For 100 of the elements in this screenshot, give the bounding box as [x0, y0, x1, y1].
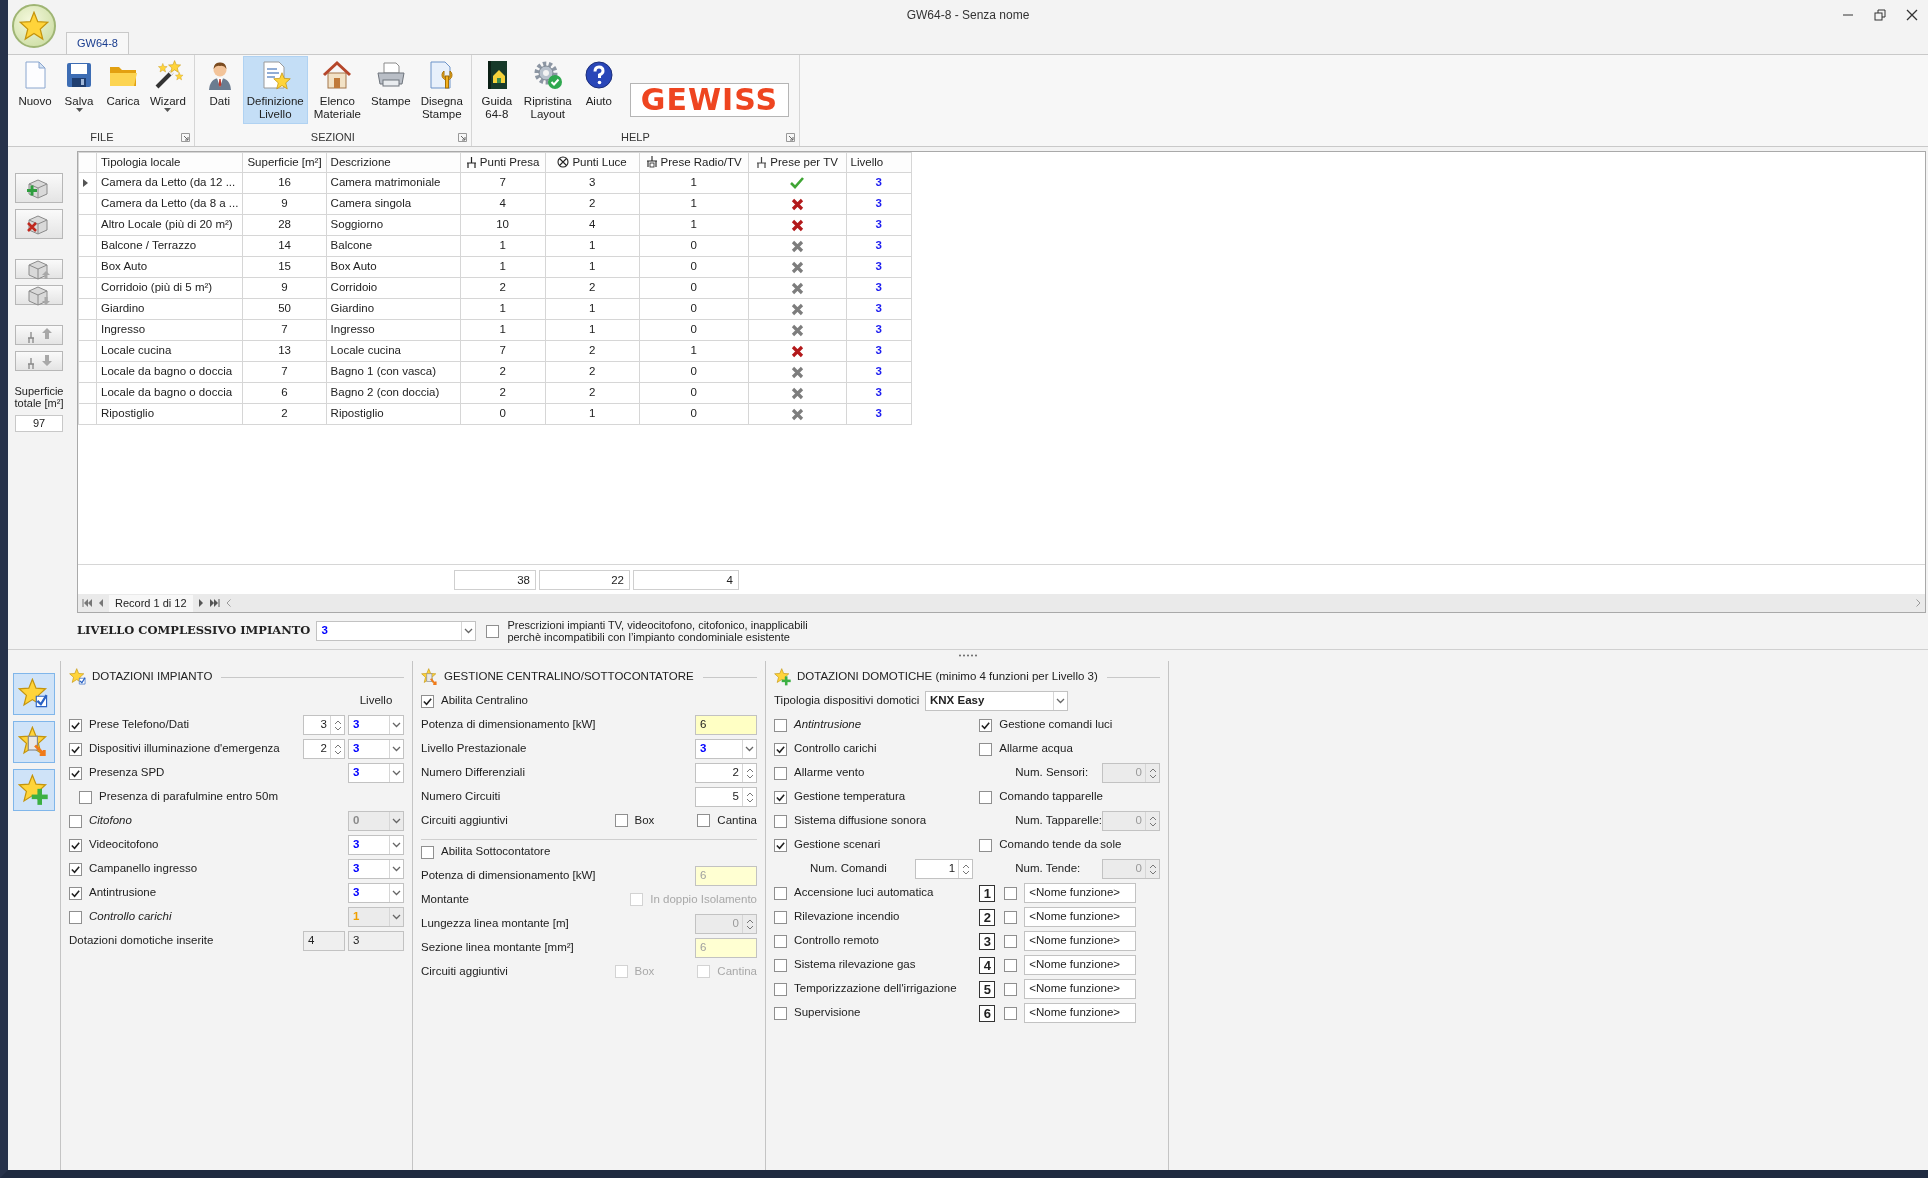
checkbox[interactable] — [774, 1006, 787, 1020]
ribbon-button[interactable]: Disegna Stampe — [416, 56, 467, 124]
checkbox[interactable] — [1004, 958, 1018, 972]
checkbox-label[interactable]: Rilevazione incendio — [794, 910, 900, 924]
checkbox[interactable] — [774, 910, 787, 924]
checkbox-label[interactable]: Citofono — [89, 814, 132, 828]
dropdown[interactable]: 3 — [348, 739, 404, 759]
checkbox[interactable] — [69, 742, 82, 756]
first-record-icon[interactable] — [82, 599, 92, 607]
dropdown[interactable]: 3 — [348, 763, 404, 783]
ribbon-button[interactable]: Elenco Materiale — [309, 56, 365, 124]
checkbox[interactable] — [69, 886, 82, 900]
checkbox-label[interactable]: Videocitofono — [89, 838, 159, 852]
section-button[interactable] — [13, 673, 55, 715]
checkbox-label[interactable]: Presenza SPD — [89, 766, 165, 780]
spin-box[interactable]: 2 — [303, 739, 345, 759]
checkbox[interactable] — [979, 790, 993, 804]
checkbox-label[interactable]: Gestione temperatura — [794, 790, 906, 804]
spin-box[interactable]: 3 — [303, 715, 345, 735]
checkbox[interactable] — [979, 838, 993, 852]
ribbon-button[interactable]: Aiuto — [577, 56, 620, 111]
checkbox[interactable] — [1004, 982, 1018, 996]
dialog-launcher-icon[interactable] — [786, 133, 795, 142]
checkbox[interactable] — [1004, 886, 1018, 900]
checkbox-label[interactable]: Gestione comandi luci — [999, 718, 1113, 732]
input-field[interactable]: <Nome funzione> — [1024, 883, 1137, 903]
ribbon-button[interactable]: Guida 64-8 — [475, 56, 518, 124]
spin-box[interactable]: 5 — [695, 787, 757, 807]
checkbox-label[interactable]: Presenza di parafulmine entro 50m — [99, 790, 278, 804]
ribbon-button[interactable]: Definizione Livello — [242, 56, 308, 124]
splitter-grip-icon[interactable] — [958, 654, 978, 657]
move-down-button[interactable] — [15, 285, 63, 305]
move-up-button[interactable] — [15, 259, 63, 279]
checkbox[interactable] — [69, 838, 82, 852]
checkbox[interactable] — [69, 910, 82, 924]
checkbox[interactable] — [421, 845, 434, 859]
checkbox-label[interactable]: Cantina — [717, 814, 757, 828]
section-button[interactable] — [13, 721, 55, 763]
ribbon-button[interactable]: Dati — [198, 56, 241, 111]
checkbox[interactable] — [774, 814, 787, 828]
dropdown[interactable]: 3 — [695, 739, 757, 759]
checkbox-label[interactable]: Controllo carichi — [89, 910, 172, 924]
spin-box[interactable]: 1 — [915, 859, 974, 879]
move-up-button[interactable] — [15, 325, 63, 345]
checkbox[interactable] — [614, 814, 628, 828]
dialog-launcher-icon[interactable] — [457, 133, 467, 142]
dropdown[interactable]: 3 — [348, 883, 404, 903]
input-field[interactable]: <Nome funzione> — [1024, 1003, 1137, 1023]
delete-button[interactable] — [15, 209, 63, 239]
checkbox[interactable] — [774, 742, 787, 756]
ribbon-button[interactable]: Ripristina Layout — [519, 56, 576, 124]
checkbox[interactable] — [69, 766, 82, 780]
checkbox-label[interactable]: Gestione scenari — [794, 838, 881, 852]
checkbox-label[interactable]: Allarme vento — [794, 766, 865, 780]
input-field[interactable]: <Nome funzione> — [1024, 955, 1137, 975]
previous-record-icon[interactable] — [98, 599, 103, 607]
ribbon-tab[interactable]: GW64-8 — [66, 32, 129, 54]
checkbox[interactable] — [774, 982, 787, 996]
checkbox-label[interactable]: Allarme acqua — [999, 742, 1073, 756]
checkbox[interactable] — [774, 766, 787, 780]
spin-box[interactable]: 2 — [695, 763, 757, 783]
ribbon-button[interactable]: Stampe — [367, 56, 415, 111]
checkbox-label[interactable]: Comando tende da sole — [999, 838, 1122, 852]
checkbox[interactable] — [1004, 1006, 1018, 1020]
checkbox[interactable] — [774, 838, 787, 852]
checkbox-label[interactable]: Temporizzazione dell'irrigazione — [794, 982, 957, 996]
dialog-launcher-icon[interactable] — [180, 133, 190, 142]
scroll-right-icon[interactable] — [1916, 599, 1921, 607]
checkbox-label[interactable]: Dispositivi illuminazione d'emergenza — [89, 742, 280, 756]
checkbox-label[interactable]: Abilita Sottocontatore — [441, 845, 551, 859]
ribbon-button[interactable]: Salva — [58, 56, 100, 116]
checkbox-label[interactable]: Antintrusione — [89, 886, 157, 900]
checkbox-label[interactable]: Box — [634, 814, 655, 828]
move-down-button[interactable] — [15, 351, 63, 371]
ribbon-button[interactable]: Nuovo — [14, 56, 56, 111]
checkbox[interactable] — [421, 694, 434, 708]
dropdown[interactable]: 3 — [316, 621, 477, 641]
checkbox[interactable] — [774, 718, 787, 732]
checkbox[interactable] — [697, 814, 711, 828]
checkbox-label[interactable]: Sistema rilevazione gas — [794, 958, 916, 972]
checkbox-label[interactable]: Supervisione — [794, 1006, 861, 1020]
dropdown[interactable]: 3 — [348, 835, 404, 855]
checkbox-label[interactable]: Campanello ingresso — [89, 862, 198, 876]
ribbon-button[interactable]: Wizard — [146, 56, 190, 116]
checkbox-label[interactable]: Controllo remoto — [794, 934, 879, 948]
checkbox[interactable] — [1004, 934, 1018, 948]
app-menu-button[interactable] — [12, 4, 56, 48]
checkbox[interactable] — [774, 934, 787, 948]
input-field[interactable]: <Nome funzione> — [1024, 907, 1137, 927]
checkbox[interactable] — [486, 624, 500, 638]
add-button[interactable] — [15, 173, 63, 203]
restore-icon[interactable] — [1874, 9, 1886, 21]
checkbox-label[interactable]: Antintrusione — [794, 718, 862, 732]
checkbox[interactable] — [1004, 910, 1018, 924]
checkbox[interactable] — [69, 718, 82, 732]
next-record-icon[interactable] — [198, 599, 204, 607]
scroll-left-icon[interactable] — [225, 599, 231, 607]
last-record-icon[interactable] — [209, 599, 220, 607]
checkbox-label[interactable]: Controllo carichi — [794, 742, 877, 756]
ribbon-button[interactable]: Carica — [102, 56, 144, 111]
